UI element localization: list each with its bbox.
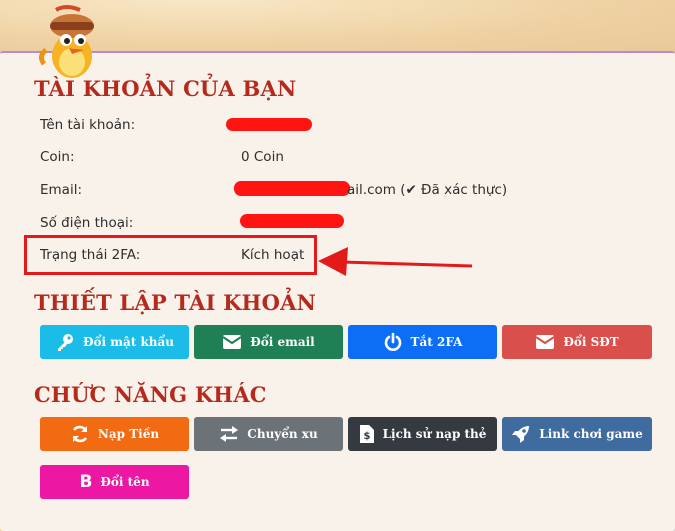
- annotation-arrow: [318, 247, 473, 276]
- key-icon: [58, 334, 74, 351]
- change-email-button[interactable]: Đổi email: [194, 325, 343, 359]
- invoice-icon: $: [359, 425, 374, 443]
- power-icon: [384, 332, 401, 351]
- topup-label: Nạp Tiền: [97, 427, 160, 441]
- email-label: Email:: [40, 182, 83, 198]
- other-functions-title: CHỨC NĂNG KHÁC: [34, 382, 267, 407]
- envelope-icon: [222, 335, 242, 349]
- game-link-label: Link chơi game: [539, 427, 643, 441]
- annotation-highlight-box: [24, 235, 317, 275]
- email-value: ail.com (✔ Đã xác thực): [347, 182, 508, 198]
- bold-b-icon: B: [79, 472, 93, 492]
- username-label: Tên tài khoản:: [40, 117, 136, 133]
- envelope-icon: [535, 335, 555, 349]
- coin-value: 0 Coin: [241, 149, 284, 165]
- rename-button[interactable]: B Đổi tên: [40, 465, 189, 499]
- change-phone-label: Đổi SĐT: [563, 335, 619, 349]
- card-history-button[interactable]: $ Lịch sử nạp thẻ: [348, 417, 497, 451]
- card-history-label: Lịch sử nạp thẻ: [382, 427, 487, 441]
- phone-label: Số điện thoại:: [40, 215, 134, 231]
- change-password-label: Đổi mật khẩu: [83, 335, 174, 349]
- redaction-username: [226, 118, 312, 131]
- settings-title: THIẾT LẬP TÀI KHOẢN: [34, 290, 316, 315]
- redaction-email: [234, 181, 350, 196]
- disable-2fa-label: Tắt 2FA: [410, 335, 463, 349]
- change-email-label: Đổi email: [250, 335, 315, 349]
- transfer-coin-label: Chuyển xu: [247, 427, 318, 441]
- refresh-icon: [72, 425, 88, 443]
- redaction-phone: [240, 214, 344, 228]
- change-phone-button[interactable]: Đổi SĐT: [502, 325, 652, 359]
- coin-label: Coin:: [40, 149, 75, 165]
- transfer-coin-button[interactable]: Chuyển xu: [194, 417, 343, 451]
- disable-2fa-button[interactable]: Tắt 2FA: [348, 325, 497, 359]
- change-password-button[interactable]: Đổi mật khẩu: [40, 325, 189, 359]
- svg-text:$: $: [363, 431, 370, 442]
- topup-button[interactable]: Nạp Tiền: [40, 417, 189, 451]
- rocket-icon: [512, 426, 530, 443]
- rename-label: Đổi tên: [100, 475, 150, 489]
- game-link-button[interactable]: Link chơi game: [502, 417, 652, 451]
- exchange-icon: [220, 426, 239, 442]
- mascot-logo: [38, 5, 94, 78]
